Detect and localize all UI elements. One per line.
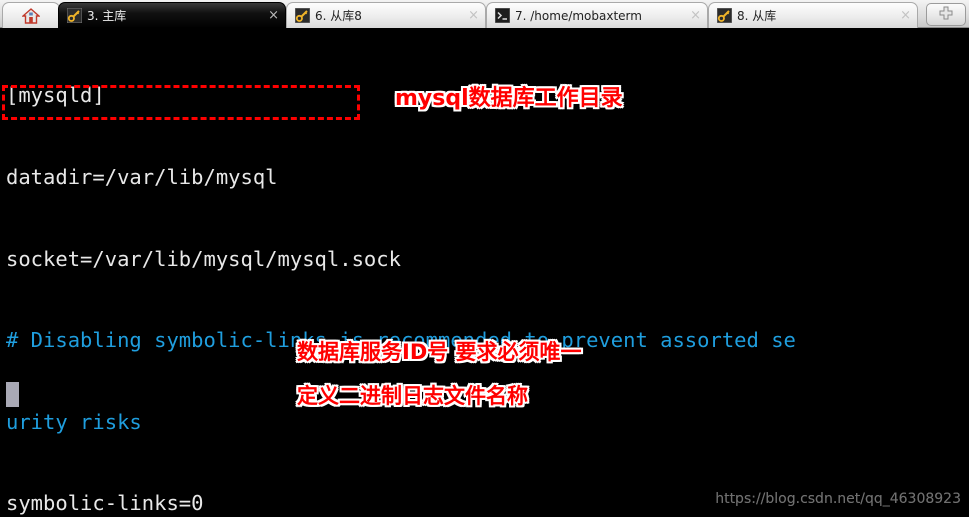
terminal-cursor xyxy=(6,382,19,407)
tab-label: 6. 从库8 xyxy=(315,8,362,23)
annotation-server-id: 数据库服务ID号 要求必须唯一 xyxy=(297,340,582,364)
terminal-line: datadir=/var/lib/mysql xyxy=(6,165,278,189)
tab-close-icon[interactable]: × xyxy=(690,8,701,23)
tab-7-home-mobaxterm[interactable]: 7. /home/mobaxterm × xyxy=(486,2,708,28)
ssh-key-icon xyxy=(716,7,733,24)
tab-label: 8. 从库 xyxy=(737,8,777,23)
plus-icon xyxy=(939,5,953,24)
annotation-datadir: mysql数据库工作目录 xyxy=(395,86,623,111)
tab-3-zhuku[interactable]: 3. 主库 × xyxy=(58,2,286,28)
home-tab-button[interactable] xyxy=(2,2,60,28)
tab-label: 7. /home/mobaxterm xyxy=(515,8,642,23)
watermark-url-secondary: https://blog.csdn.net/qq_46308923 xyxy=(715,491,961,507)
ssh-key-icon xyxy=(294,7,311,24)
tab-6-congku8[interactable]: 6. 从库8 × xyxy=(286,2,486,28)
terminal-icon xyxy=(494,7,511,24)
tab-label: 3. 主库 xyxy=(87,8,127,23)
tab-close-icon[interactable]: × xyxy=(268,8,279,23)
new-tab-button[interactable] xyxy=(926,3,966,26)
annotation-log-bin: 定义二进制日志文件名称 xyxy=(297,384,528,408)
tab-8-congku[interactable]: 8. 从库 × xyxy=(708,2,918,28)
ssh-key-icon xyxy=(66,7,83,24)
tab-close-icon[interactable]: × xyxy=(468,8,479,23)
tab-close-icon[interactable]: × xyxy=(900,8,911,23)
terminal-line: urity risks xyxy=(6,409,142,434)
terminal-line: socket=/var/lib/mysql/mysql.sock xyxy=(6,246,401,271)
terminal-line: symbolic-links=0 xyxy=(6,491,204,516)
terminal-screen[interactable]: [mysqld] datadir=/var/lib/mysql socket=/… xyxy=(0,28,969,517)
home-icon xyxy=(21,7,41,24)
tab-bar: 3. 主库 × 6. 从库8 × 7. /home/mobaxterm × 8.… xyxy=(0,0,969,28)
